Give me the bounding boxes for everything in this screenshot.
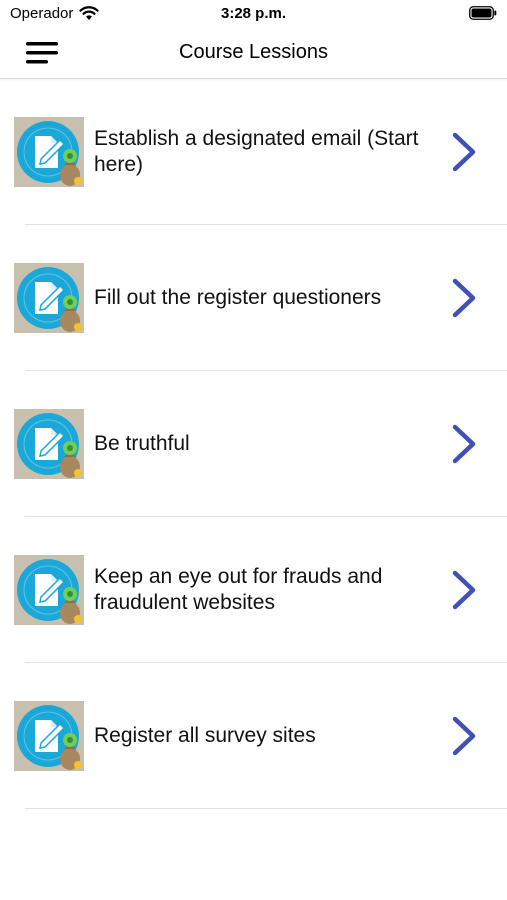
lesson-title: Keep an eye out for frauds and fraudulen… [94,565,383,614]
survey-money-icon [14,117,84,187]
lesson-list: Establish a designated email (Start here… [0,79,507,809]
chevron-right-icon[interactable] [449,277,479,319]
survey-money-icon [14,701,84,771]
lesson-title: Register all survey sites [94,724,316,747]
survey-money-icon [14,555,84,625]
chevron-right-icon[interactable] [449,715,479,757]
battery-icon [469,6,497,20]
chevron-right-icon[interactable] [449,131,479,173]
status-time: 3:28 p.m. [220,5,287,22]
lesson-title: Fill out the register questioners [94,286,382,309]
chevron-right-icon[interactable] [449,423,479,465]
lesson-row[interactable]: Be truthful [0,371,507,517]
survey-money-icon [14,409,84,479]
row-divider [25,808,507,809]
lesson-row[interactable]: Fill out the register questioners [0,225,507,371]
lesson-title: Be truthful [94,432,190,455]
lesson-title: Establish a designated email (Start here… [94,127,419,176]
chevron-right-icon[interactable] [449,569,479,611]
lesson-row[interactable]: Keep an eye out for frauds and fraudulen… [0,517,507,663]
survey-money-icon [14,263,84,333]
status-bar: Operador 3:28 p.m. [0,0,507,28]
lesson-row[interactable]: Register all survey sites [0,663,507,809]
lesson-row[interactable]: Establish a designated email (Start here… [0,79,507,225]
navigation-bar: Course Lessions [0,28,507,79]
page-title: Course Lessions [179,41,328,63]
